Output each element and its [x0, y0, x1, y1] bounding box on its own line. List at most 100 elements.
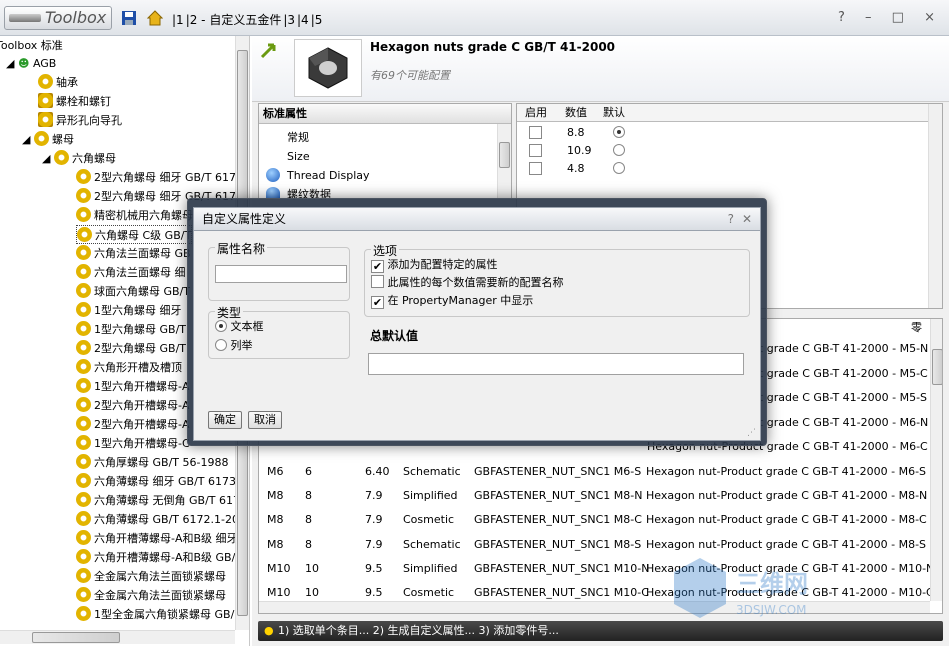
tree-item-nut[interactable]: 1型六角螺母 GB/T: [76, 320, 186, 339]
type-option-textbox[interactable]: 文本框: [215, 319, 264, 335]
resize-grip-icon[interactable]: ⋰: [747, 428, 756, 438]
prop-item-thread-display[interactable]: Thread Display: [287, 166, 370, 185]
tree-item-nut[interactable]: 六角薄螺母 细牙 GB/T 6173: [76, 472, 236, 491]
part-header: Hexagon nuts grade C GB/T 41-2000 有69个可能…: [252, 36, 949, 102]
values-scrollbar[interactable]: [928, 104, 942, 308]
tree-item-holes[interactable]: 异形孔向导孔: [38, 111, 122, 130]
col-enabled: 启用: [525, 106, 547, 119]
tree-item-nut[interactable]: 六角螺母 C级 GB/T: [76, 225, 193, 244]
scroll-thumb[interactable]: [32, 632, 120, 643]
tree-root[interactable]: Toolbox 标准: [0, 36, 63, 55]
tab-5[interactable]: |5: [310, 13, 324, 27]
tree-item-nut[interactable]: 全金属六角法兰面锁紧螺母: [76, 586, 226, 605]
enable-checkbox[interactable]: [529, 126, 542, 139]
radio-selected[interactable]: [215, 320, 227, 332]
tab-2[interactable]: |2 - 自定义五金件: [185, 13, 283, 27]
default-value-input[interactable]: [368, 353, 744, 375]
table-cell: GBFASTENER_NUT_SNC1 M8-C: [474, 513, 642, 527]
table-scrollbar[interactable]: [930, 319, 942, 601]
tree-item-nut[interactable]: 2型六角开槽螺母-A: [76, 415, 190, 434]
tree-item-nut[interactable]: 1型六角开槽螺母-A: [76, 377, 190, 396]
collapse-icon[interactable]: ◢: [22, 133, 34, 146]
table-row[interactable]: M8 8 7.9 Cosmetic GBFASTENER_NUT_SNC1 M8-C He…: [259, 508, 942, 532]
tree-item-nut[interactable]: 球面六角螺母 GB/T: [76, 282, 190, 301]
nut-icon: [76, 416, 91, 431]
default-radio[interactable]: [613, 162, 625, 174]
collapse-icon[interactable]: ◢: [6, 57, 18, 70]
radio-unselected[interactable]: [215, 339, 227, 351]
table-cell: Schematic: [403, 465, 461, 478]
option-config-specific[interactable]: ✔ 添加为配置特定的属性: [371, 257, 498, 273]
tree-item-nut[interactable]: 六角法兰面螺母 细: [76, 263, 186, 282]
nut-icon: [76, 359, 91, 374]
tree-item-nut[interactable]: 六角形开槽及槽顶: [76, 358, 182, 377]
nut-icon: [76, 454, 91, 469]
options-group: 选项 ✔ 添加为配置特定的属性 此属性的每个数值需要新的配置名称 ✔ 在 Pro…: [364, 242, 750, 317]
tree-item-nut[interactable]: 2型六角螺母 细牙 GB/T 617: [76, 168, 236, 187]
tree-item-nut[interactable]: 六角薄螺母 GB/T 6172.1-20: [76, 510, 239, 529]
nut-icon: [76, 340, 91, 355]
default-radio[interactable]: [613, 144, 625, 156]
window-buttons[interactable]: ? – □ ×: [838, 10, 943, 25]
enable-checkbox[interactable]: [529, 144, 542, 157]
save-icon[interactable]: [121, 10, 137, 26]
tree-item-hex-nuts[interactable]: ◢ 六角螺母: [42, 149, 116, 168]
nut-icon: [76, 397, 91, 412]
tree-item-nut[interactable]: 六角开槽薄螺母-A和B级 细牙: [76, 529, 238, 548]
collapse-icon[interactable]: ◢: [42, 152, 54, 165]
option-show-in-propertymanager[interactable]: ✔ 在 PropertyManager 中显示: [371, 293, 533, 309]
help-icon[interactable]: ?: [728, 208, 734, 230]
table-row[interactable]: M6 6 6.40 Schematic GBFASTENER_NUT_SNC1 M6-S…: [259, 460, 942, 484]
close-icon[interactable]: ✕: [742, 208, 752, 230]
property-name-input[interactable]: [215, 265, 347, 283]
prop-item-size[interactable]: Size: [287, 147, 370, 166]
table-cell: M8: [267, 513, 284, 527]
tree-item-nuts[interactable]: ◢ 螺母: [22, 130, 74, 149]
scroll-thumb[interactable]: [499, 142, 510, 168]
hole-icon: [38, 112, 53, 127]
tree-item-nut[interactable]: 2型六角开槽螺母-A: [76, 396, 190, 415]
option-new-config-name[interactable]: 此属性的每个数值需要新的配置名称: [371, 275, 564, 291]
type-option-list[interactable]: 列举: [215, 338, 253, 354]
scroll-thumb[interactable]: [932, 349, 942, 385]
tree-item-bolts[interactable]: 螺栓和螺钉: [38, 92, 111, 111]
nut-icon: [76, 283, 91, 298]
tree-item-nut[interactable]: 1型六角螺母 细牙: [76, 301, 182, 320]
tab-1[interactable]: |1: [171, 13, 185, 27]
table-cell: 10: [305, 561, 319, 575]
tree-horizontal-scrollbar[interactable]: [0, 630, 235, 644]
title-bar: Toolbox |1 |2 - 自定义五金件 |3 |4 |5 ? – □ ×: [0, 0, 949, 36]
tree-item-nut[interactable]: 六角薄螺母 无倒角 GB/T 617: [76, 491, 240, 510]
prop-item-general[interactable]: 常规: [287, 128, 370, 147]
checkbox-unchecked[interactable]: [371, 275, 384, 288]
tree-item-nut[interactable]: 2型六角螺母 GB/T: [76, 339, 186, 358]
table-cell: 7.9: [365, 513, 383, 527]
tree-item-bearing[interactable]: 轴承: [38, 73, 78, 92]
table-cell: Cosmetic: [403, 513, 455, 527]
tree-item-nut[interactable]: 1型全金属六角锁紧螺母 GB/: [76, 605, 234, 624]
table-cell: Hexagon nut-Product grade C GB-T 41-2000…: [646, 465, 927, 478]
arrow-icon[interactable]: [260, 41, 278, 59]
toolbox-logo: Toolbox: [4, 6, 112, 30]
ok-button[interactable]: 确定: [208, 411, 242, 429]
tree-item-nut[interactable]: 1型六角开槽螺母-C: [76, 434, 190, 453]
enable-checkbox[interactable]: [529, 162, 542, 175]
props-scrollbar[interactable]: [497, 124, 511, 198]
part-title: Hexagon nuts grade C GB/T 41-2000: [370, 40, 616, 54]
checkbox-checked[interactable]: ✔: [371, 260, 384, 273]
nut-icon: [76, 511, 91, 526]
table-row[interactable]: M8 8 7.9 Simplified GBFASTENER_NUT_SNC1 M8-N…: [259, 484, 942, 508]
tab-3[interactable]: |3: [282, 13, 296, 27]
tree-item-agb[interactable]: ◢ ☻ AGB: [6, 54, 56, 73]
bearing-icon: [38, 74, 53, 89]
tab-4[interactable]: |4: [296, 13, 310, 27]
checkbox-checked[interactable]: ✔: [371, 296, 384, 309]
tree-item-nut[interactable]: 六角开槽薄螺母-A和B级 GB/: [76, 548, 235, 567]
tree-item-nut[interactable]: 全金属六角法兰面锁紧螺母: [76, 567, 226, 586]
tree-item-nut[interactable]: 六角厚螺母 GB/T 56-1988: [76, 453, 228, 472]
tree-item-nut[interactable]: 精密机械用六角螺母: [76, 206, 193, 225]
tree-item-nut[interactable]: 六角法兰面螺母 GB: [76, 244, 191, 263]
cancel-button[interactable]: 取消: [248, 411, 282, 429]
home-icon[interactable]: [147, 10, 163, 26]
default-radio[interactable]: [613, 126, 625, 138]
